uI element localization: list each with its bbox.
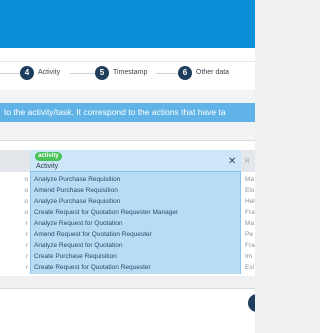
left-column-header[interactable] — [0, 150, 30, 172]
table-cell: Fra — [245, 209, 255, 216]
app-header — [0, 0, 255, 48]
activity-column-header[interactable] — [30, 150, 241, 172]
table-cell: o — [24, 176, 28, 183]
table-cell: Fra — [245, 242, 255, 249]
table-cell: r — [25, 231, 28, 238]
activity-column-title: Activity — [36, 163, 59, 170]
sub-header — [0, 48, 255, 62]
table-cell: r — [25, 242, 28, 249]
close-icon[interactable]: ✕ — [228, 157, 236, 167]
table-cell: r — [25, 253, 28, 260]
activity-cell: Amend Request for Quotation Requester — [34, 231, 152, 238]
activity-cell: Create Request for Quotation Requester M… — [34, 209, 179, 216]
table-cell: Pe — [245, 231, 253, 238]
table-cell: Hel — [245, 198, 255, 205]
step-4-label[interactable]: Activity — [38, 69, 60, 76]
activity-cell: Analyze Request for Quotation — [34, 242, 123, 249]
activity-cell: Create Request for Quotation Requester — [34, 264, 151, 271]
right-column-title: R — [245, 158, 250, 165]
table-cell: o — [24, 209, 28, 216]
table-cell: Im — [245, 253, 253, 260]
table-cell: o — [24, 187, 28, 194]
step-connector — [156, 73, 178, 74]
table-cell: Esi — [245, 264, 255, 271]
table-cell: r — [25, 264, 28, 271]
activity-cell: Amend Purchase Requisition — [34, 187, 118, 194]
wizard-steps — [0, 62, 255, 90]
table-cell: Ma — [245, 176, 255, 183]
footer-bar — [0, 288, 255, 333]
activity-mapping-tag: activity — [35, 152, 62, 161]
activity-cell: Analyze Purchase Requisition — [34, 176, 121, 183]
activity-cell: Analyze Request for Quotation — [34, 220, 123, 227]
step-6-circle[interactable]: 6 — [178, 66, 192, 80]
table-cell: Ma — [245, 220, 255, 227]
table-cell: r — [25, 220, 28, 227]
step-connector — [0, 73, 20, 74]
table-cell: Elo — [245, 187, 255, 194]
step-connector — [70, 73, 95, 74]
step-4-circle[interactable]: 4 — [20, 66, 34, 80]
activity-cell: Create Purchase Requisition — [34, 253, 117, 260]
step-5-label[interactable]: Timestamp — [113, 69, 147, 76]
step-5-circle[interactable]: 5 — [95, 66, 109, 80]
table-cell: o — [24, 198, 28, 205]
info-banner: to the activity/task. It correspond to t… — [0, 103, 255, 122]
screen: 4 Activity 5 Timestamp 6 Other data to t… — [0, 0, 255, 333]
activity-cell: Analyze Purchase Requisition — [34, 198, 121, 205]
step-6-label[interactable]: Other data — [196, 69, 229, 76]
